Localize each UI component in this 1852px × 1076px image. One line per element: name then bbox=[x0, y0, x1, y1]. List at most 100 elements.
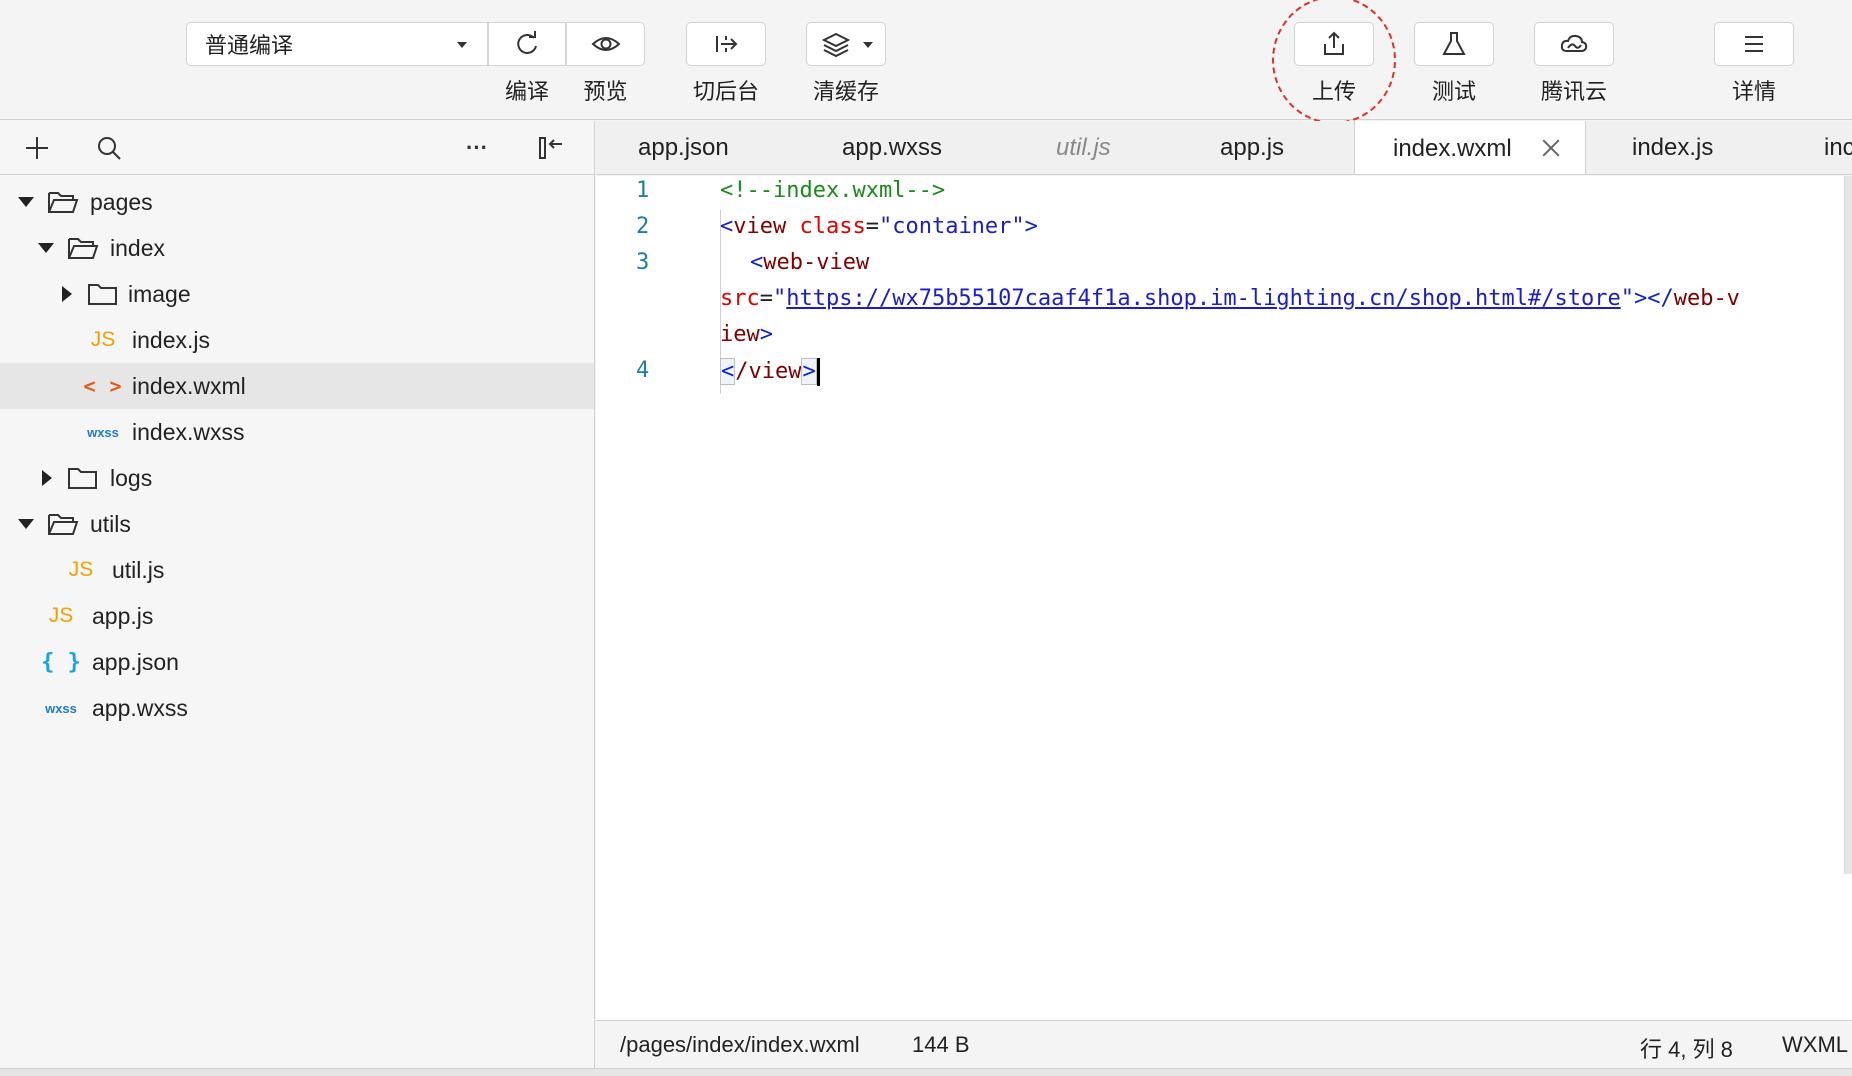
tree-file-app-js[interactable]: JS app.js bbox=[0, 593, 594, 639]
wxml-file-icon: < > bbox=[83, 374, 123, 398]
tab-app-json[interactable]: app.json bbox=[638, 121, 729, 174]
cloud-icon bbox=[1560, 34, 1588, 52]
editor-tabs: app.json app.wxss util.js app.js index.w… bbox=[596, 121, 1852, 175]
folder-open-icon bbox=[46, 510, 80, 538]
status-language[interactable]: WXML bbox=[1782, 1032, 1848, 1058]
tencent-cloud-label: 腾讯云 bbox=[1540, 80, 1607, 105]
compile-button[interactable] bbox=[488, 22, 566, 66]
tree-file-app-json[interactable]: { } app.json bbox=[0, 639, 594, 685]
collapse-panel-icon bbox=[539, 137, 562, 159]
expanded-arrow-icon bbox=[38, 243, 54, 253]
plus-icon bbox=[26, 137, 48, 159]
compile-label: 编译 bbox=[504, 80, 549, 105]
code-line-1: <!--index.wxml--> bbox=[720, 178, 945, 203]
code-attribute: src bbox=[720, 286, 760, 311]
tree-file-app-wxss[interactable]: wxss app.wxss bbox=[0, 685, 594, 731]
search-icon bbox=[98, 137, 121, 160]
code-tag-name: /view bbox=[735, 359, 802, 384]
tree-folder-index[interactable]: index bbox=[0, 225, 594, 271]
tab-label: app.wxss bbox=[842, 134, 943, 161]
code-token: < bbox=[750, 250, 764, 275]
status-file-size: 144 B bbox=[912, 1032, 970, 1057]
tree-folder-image[interactable]: image bbox=[0, 271, 594, 317]
tree-label: app.js bbox=[92, 603, 154, 629]
search-files-button[interactable] bbox=[92, 131, 126, 165]
text-cursor bbox=[816, 358, 820, 386]
tree-label: app.wxss bbox=[92, 695, 188, 721]
flask-icon bbox=[1442, 32, 1466, 55]
background-button[interactable] bbox=[686, 22, 766, 66]
tab-label: inc bbox=[1824, 134, 1852, 161]
clear-cache-label: 清缓存 bbox=[812, 80, 879, 105]
switch-background-icon bbox=[716, 36, 738, 52]
test-button[interactable] bbox=[1414, 22, 1494, 66]
collapsed-arrow-icon bbox=[42, 470, 52, 486]
line-number: 4 bbox=[636, 358, 650, 383]
preview-button[interactable] bbox=[566, 22, 645, 66]
refresh-icon bbox=[517, 31, 537, 54]
more-button[interactable]: ··· bbox=[460, 131, 494, 165]
tree-file-index-wxss[interactable]: wxss index.wxss bbox=[0, 409, 594, 455]
code-attribute: class bbox=[786, 214, 866, 239]
chevron-down-icon bbox=[457, 42, 467, 48]
more-icon: ··· bbox=[466, 135, 488, 160]
tab-app-wxss[interactable]: app.wxss bbox=[842, 121, 943, 174]
tree-label: pages bbox=[90, 189, 153, 215]
menu-lines-icon bbox=[1745, 36, 1763, 52]
code-editor[interactable]: 1 2 3 4 <!--index.wxml--> <view class="c… bbox=[596, 176, 1852, 1020]
eye-icon bbox=[591, 37, 620, 51]
tree-file-index-js[interactable]: JS index.js bbox=[0, 317, 594, 363]
tab-util-js[interactable]: util.js bbox=[1056, 121, 1111, 174]
tab-label: app.js bbox=[1220, 134, 1285, 161]
clear-cache-button[interactable] bbox=[806, 22, 886, 66]
upload-button[interactable] bbox=[1294, 22, 1374, 66]
line-number: 3 bbox=[636, 250, 650, 275]
tab-overflow[interactable]: inc bbox=[1824, 121, 1852, 174]
code-token: < bbox=[720, 214, 734, 239]
file-explorer: ··· pages index image JS index.js < > in… bbox=[0, 121, 595, 1069]
compile-mode-select[interactable]: 普通编译 bbox=[186, 22, 488, 66]
folder-open-icon bbox=[66, 234, 100, 262]
tree-folder-utils[interactable]: utils bbox=[0, 501, 594, 547]
tencent-cloud-button[interactable] bbox=[1534, 22, 1614, 66]
matched-bracket: < bbox=[720, 358, 736, 385]
wxss-file-icon: wxss bbox=[87, 424, 119, 440]
code-token: = bbox=[865, 214, 879, 239]
code-tag-name: iew bbox=[720, 322, 760, 347]
tab-index-wxml[interactable]: index.wxml bbox=[1354, 121, 1586, 174]
tab-label: index.wxml bbox=[1393, 134, 1512, 162]
upload-label: 上传 bbox=[1311, 80, 1356, 105]
upload-icon bbox=[1324, 31, 1344, 55]
background-label: 切后台 bbox=[692, 80, 759, 105]
window-bottom-edge bbox=[0, 1068, 1852, 1076]
tree-folder-pages[interactable]: pages bbox=[0, 179, 594, 225]
tree-file-util-js[interactable]: JS util.js bbox=[0, 547, 594, 593]
tree-label: index.wxml bbox=[132, 373, 246, 399]
expanded-arrow-icon bbox=[18, 519, 34, 529]
js-file-icon: JS bbox=[90, 328, 116, 351]
status-bar: /pages/index/index.wxml 144 B 行 4, 列 8 W… bbox=[596, 1020, 1852, 1068]
tab-index-js[interactable]: index.js bbox=[1632, 121, 1714, 174]
tab-app-js[interactable]: app.js bbox=[1220, 121, 1285, 174]
js-file-icon: JS bbox=[48, 604, 74, 627]
close-icon[interactable] bbox=[1541, 138, 1561, 158]
code-line-3: <web-view bbox=[750, 250, 869, 275]
details-button[interactable] bbox=[1714, 22, 1794, 66]
status-cursor-position[interactable]: 行 4, 列 8 bbox=[1640, 1032, 1733, 1064]
chevron-down-icon bbox=[863, 42, 873, 48]
tree-label: index.wxss bbox=[132, 419, 245, 445]
code-url-link[interactable]: https://wx75b55107caaf4f1a.shop.im-light… bbox=[786, 286, 1620, 311]
tree-file-index-wxml[interactable]: < > index.wxml bbox=[0, 363, 594, 409]
code-token: > bbox=[1024, 214, 1038, 239]
tree-folder-logs[interactable]: logs bbox=[0, 455, 594, 501]
vertical-scrollbar[interactable] bbox=[1844, 176, 1852, 874]
tab-label: index.js bbox=[1632, 134, 1714, 161]
add-file-button[interactable] bbox=[20, 131, 54, 165]
matched-bracket: > bbox=[801, 358, 817, 385]
collapse-panel-button[interactable] bbox=[534, 131, 568, 165]
code-line-2: <view class="container"> bbox=[720, 214, 1038, 239]
code-line-3-wrap-2: iew> bbox=[720, 322, 773, 347]
folder-open-icon bbox=[46, 188, 80, 216]
code-tag-name: web-v bbox=[1673, 286, 1740, 311]
tree-label: app.json bbox=[92, 649, 179, 675]
